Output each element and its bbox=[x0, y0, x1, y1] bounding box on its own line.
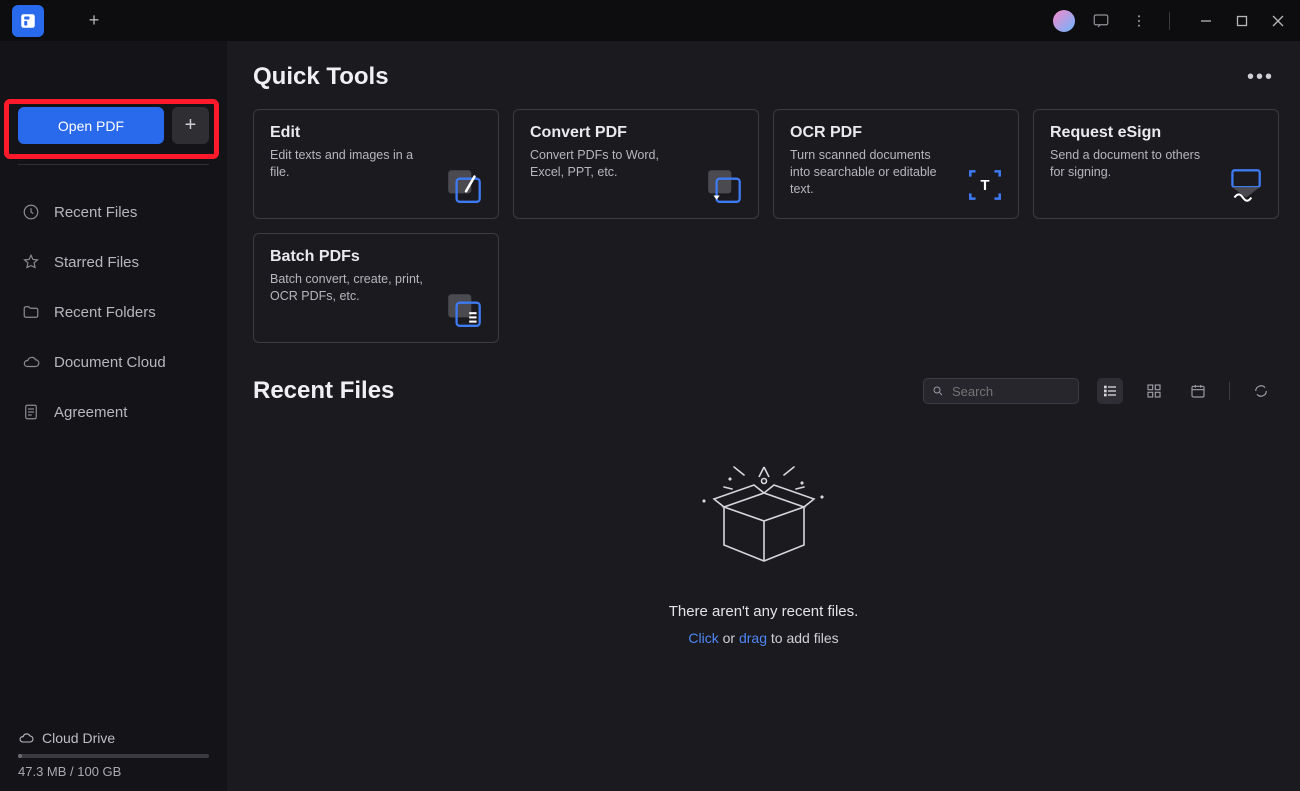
folder-icon bbox=[22, 303, 40, 321]
window-maximize-button[interactable] bbox=[1230, 9, 1254, 33]
empty-or: or bbox=[719, 630, 739, 646]
empty-tail: to add files bbox=[767, 630, 839, 646]
tool-desc: Edit texts and images in a file. bbox=[270, 147, 430, 181]
separator bbox=[1169, 12, 1170, 30]
view-list-button[interactable] bbox=[1097, 378, 1123, 404]
sidebar-item-recent-files[interactable]: Recent Files bbox=[0, 187, 227, 237]
divider bbox=[18, 164, 209, 165]
sidebar-item-label: Recent Folders bbox=[54, 304, 156, 321]
empty-sub-message: Click or drag to add files bbox=[688, 630, 838, 646]
sidebar-item-starred-files[interactable]: Starred Files bbox=[0, 237, 227, 287]
ocr-icon: T bbox=[964, 164, 1006, 206]
main-content: Quick Tools ••• Edit Edit texts and imag… bbox=[227, 41, 1300, 791]
quick-tools-heading: Quick Tools bbox=[253, 63, 389, 91]
search-box[interactable] bbox=[923, 378, 1079, 404]
empty-box-icon bbox=[694, 449, 834, 579]
empty-message: There aren't any recent files. bbox=[669, 603, 859, 620]
edit-icon bbox=[444, 164, 486, 206]
cloud-usage-text: 47.3 MB / 100 GB bbox=[18, 764, 209, 779]
tool-card-ocr[interactable]: OCR PDF Turn scanned documents into sear… bbox=[773, 109, 1019, 219]
feedback-icon[interactable] bbox=[1089, 9, 1113, 33]
separator bbox=[1229, 382, 1230, 400]
tool-title: OCR PDF bbox=[790, 124, 1002, 142]
tool-title: Convert PDF bbox=[530, 124, 742, 142]
drag-link[interactable]: drag bbox=[739, 630, 767, 646]
click-link[interactable]: Click bbox=[688, 630, 718, 646]
sidebar-item-agreement[interactable]: Agreement bbox=[0, 387, 227, 437]
tool-desc: Send a document to others for signing. bbox=[1050, 147, 1210, 181]
convert-icon bbox=[704, 164, 746, 206]
quick-tools-more-button[interactable]: ••• bbox=[1247, 66, 1274, 89]
open-pdf-label: Open PDF bbox=[58, 118, 124, 134]
user-avatar[interactable] bbox=[1053, 10, 1075, 32]
titlebar: + bbox=[0, 0, 1300, 41]
sidebar-item-label: Document Cloud bbox=[54, 354, 166, 371]
plus-icon: + bbox=[185, 114, 197, 137]
sidebar-item-label: Recent Files bbox=[54, 204, 137, 221]
cloud-drive-label: Cloud Drive bbox=[42, 730, 115, 746]
app-logo-icon bbox=[12, 5, 44, 37]
view-grid-button[interactable] bbox=[1141, 378, 1167, 404]
tool-desc: Batch convert, create, print, OCR PDFs, … bbox=[270, 271, 430, 305]
sidebar-item-recent-folders[interactable]: Recent Folders bbox=[0, 287, 227, 337]
cloud-drive-status: Cloud Drive 47.3 MB / 100 GB bbox=[18, 730, 209, 779]
tool-title: Edit bbox=[270, 124, 482, 142]
window-minimize-button[interactable] bbox=[1194, 9, 1218, 33]
new-tab-button[interactable]: + bbox=[76, 6, 112, 36]
search-input[interactable] bbox=[952, 384, 1070, 399]
window-close-button[interactable] bbox=[1266, 9, 1290, 33]
sidebar-item-label: Starred Files bbox=[54, 254, 139, 271]
sidebar-item-document-cloud[interactable]: Document Cloud bbox=[0, 337, 227, 387]
star-icon bbox=[22, 253, 40, 271]
sidebar-item-label: Agreement bbox=[54, 404, 127, 421]
cloud-icon bbox=[18, 730, 34, 746]
kebab-menu-icon[interactable] bbox=[1127, 9, 1151, 33]
tool-title: Request eSign bbox=[1050, 124, 1262, 142]
sidebar: Open PDF + Recent Files Starred Files Re… bbox=[0, 41, 227, 791]
empty-state: There aren't any recent files. Click or … bbox=[253, 449, 1274, 646]
esign-icon bbox=[1224, 164, 1266, 206]
new-file-button[interactable]: + bbox=[172, 107, 209, 144]
more-icon: ••• bbox=[1247, 66, 1274, 88]
cloud-usage-bar bbox=[18, 754, 209, 758]
plus-icon: + bbox=[89, 10, 100, 31]
document-icon bbox=[22, 403, 40, 421]
search-icon bbox=[932, 384, 944, 398]
clock-icon bbox=[22, 203, 40, 221]
tool-card-edit[interactable]: Edit Edit texts and images in a file. bbox=[253, 109, 499, 219]
tool-desc: Turn scanned documents into searchable o… bbox=[790, 147, 950, 198]
tool-desc: Convert PDFs to Word, Excel, PPT, etc. bbox=[530, 147, 690, 181]
tool-card-batch[interactable]: Batch PDFs Batch convert, create, print,… bbox=[253, 233, 499, 343]
svg-text:T: T bbox=[981, 178, 990, 194]
tool-title: Batch PDFs bbox=[270, 248, 482, 266]
batch-icon bbox=[444, 288, 486, 330]
open-pdf-button[interactable]: Open PDF bbox=[18, 107, 164, 144]
recent-files-heading: Recent Files bbox=[253, 377, 394, 405]
cloud-icon bbox=[22, 353, 40, 371]
tool-card-convert[interactable]: Convert PDF Convert PDFs to Word, Excel,… bbox=[513, 109, 759, 219]
view-calendar-button[interactable] bbox=[1185, 378, 1211, 404]
tool-card-esign[interactable]: Request eSign Send a document to others … bbox=[1033, 109, 1279, 219]
refresh-button[interactable] bbox=[1248, 378, 1274, 404]
